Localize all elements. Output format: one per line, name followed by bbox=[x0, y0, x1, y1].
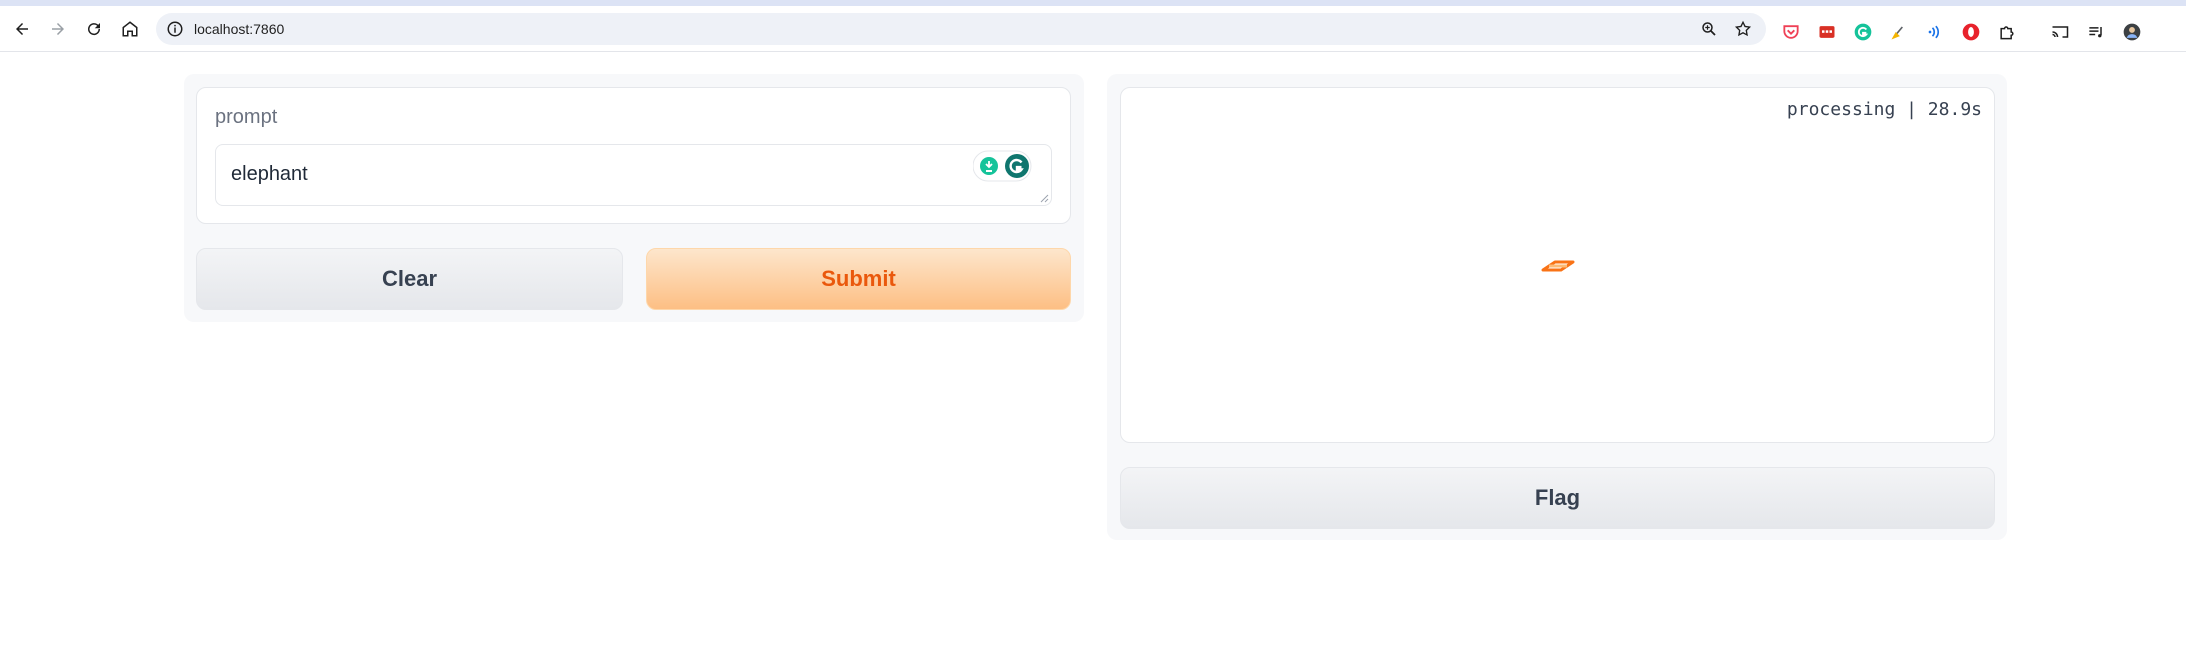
resize-handle-icon[interactable] bbox=[1039, 193, 1049, 203]
prompt-label: prompt bbox=[215, 106, 278, 128]
opera-icon[interactable] bbox=[1961, 22, 1981, 42]
cast-icon[interactable] bbox=[2050, 22, 2070, 42]
output-panel: processing | 28.9s Flag bbox=[1107, 74, 2007, 540]
ext-red-icon[interactable] bbox=[1817, 22, 1837, 42]
flag-button[interactable]: Flag bbox=[1120, 467, 1995, 529]
grammarly-icon[interactable] bbox=[1853, 22, 1873, 42]
processing-status: processing | 28.9s bbox=[1786, 99, 1982, 120]
profile-avatar[interactable] bbox=[2122, 22, 2142, 42]
back-icon[interactable] bbox=[8, 15, 36, 43]
pocket-icon[interactable] bbox=[1781, 22, 1801, 42]
prompt-input[interactable]: elephant bbox=[215, 144, 1052, 206]
input-panel: prompt elephant Clear Submit bbox=[184, 74, 1084, 322]
reload-icon[interactable] bbox=[80, 15, 108, 43]
submit-button[interactable]: Submit bbox=[646, 248, 1071, 310]
grammarly-widget-icon[interactable] bbox=[973, 149, 1033, 183]
browser-toolbar: localhost:7860 bbox=[0, 6, 2186, 52]
forward-icon[interactable] bbox=[44, 15, 72, 43]
broom-icon[interactable] bbox=[1889, 22, 1909, 42]
zoom-icon[interactable] bbox=[1700, 20, 1718, 38]
prompt-block: prompt elephant bbox=[196, 87, 1071, 224]
home-icon[interactable] bbox=[116, 15, 144, 43]
address-bar[interactable]: localhost:7860 bbox=[156, 13, 1766, 45]
url-text[interactable]: localhost:7860 bbox=[194, 20, 284, 38]
loading-spinner-icon bbox=[1541, 260, 1575, 272]
bookmark-star-icon[interactable] bbox=[1734, 20, 1752, 38]
output-area: processing | 28.9s bbox=[1120, 87, 1995, 443]
media-icon[interactable] bbox=[2086, 22, 2106, 42]
wave-icon[interactable] bbox=[1925, 22, 1945, 42]
clear-button[interactable]: Clear bbox=[196, 248, 623, 310]
site-info-icon[interactable] bbox=[166, 20, 184, 38]
prompt-input-value[interactable]: elephant bbox=[231, 163, 308, 186]
puzzle-icon[interactable] bbox=[1997, 22, 2017, 42]
